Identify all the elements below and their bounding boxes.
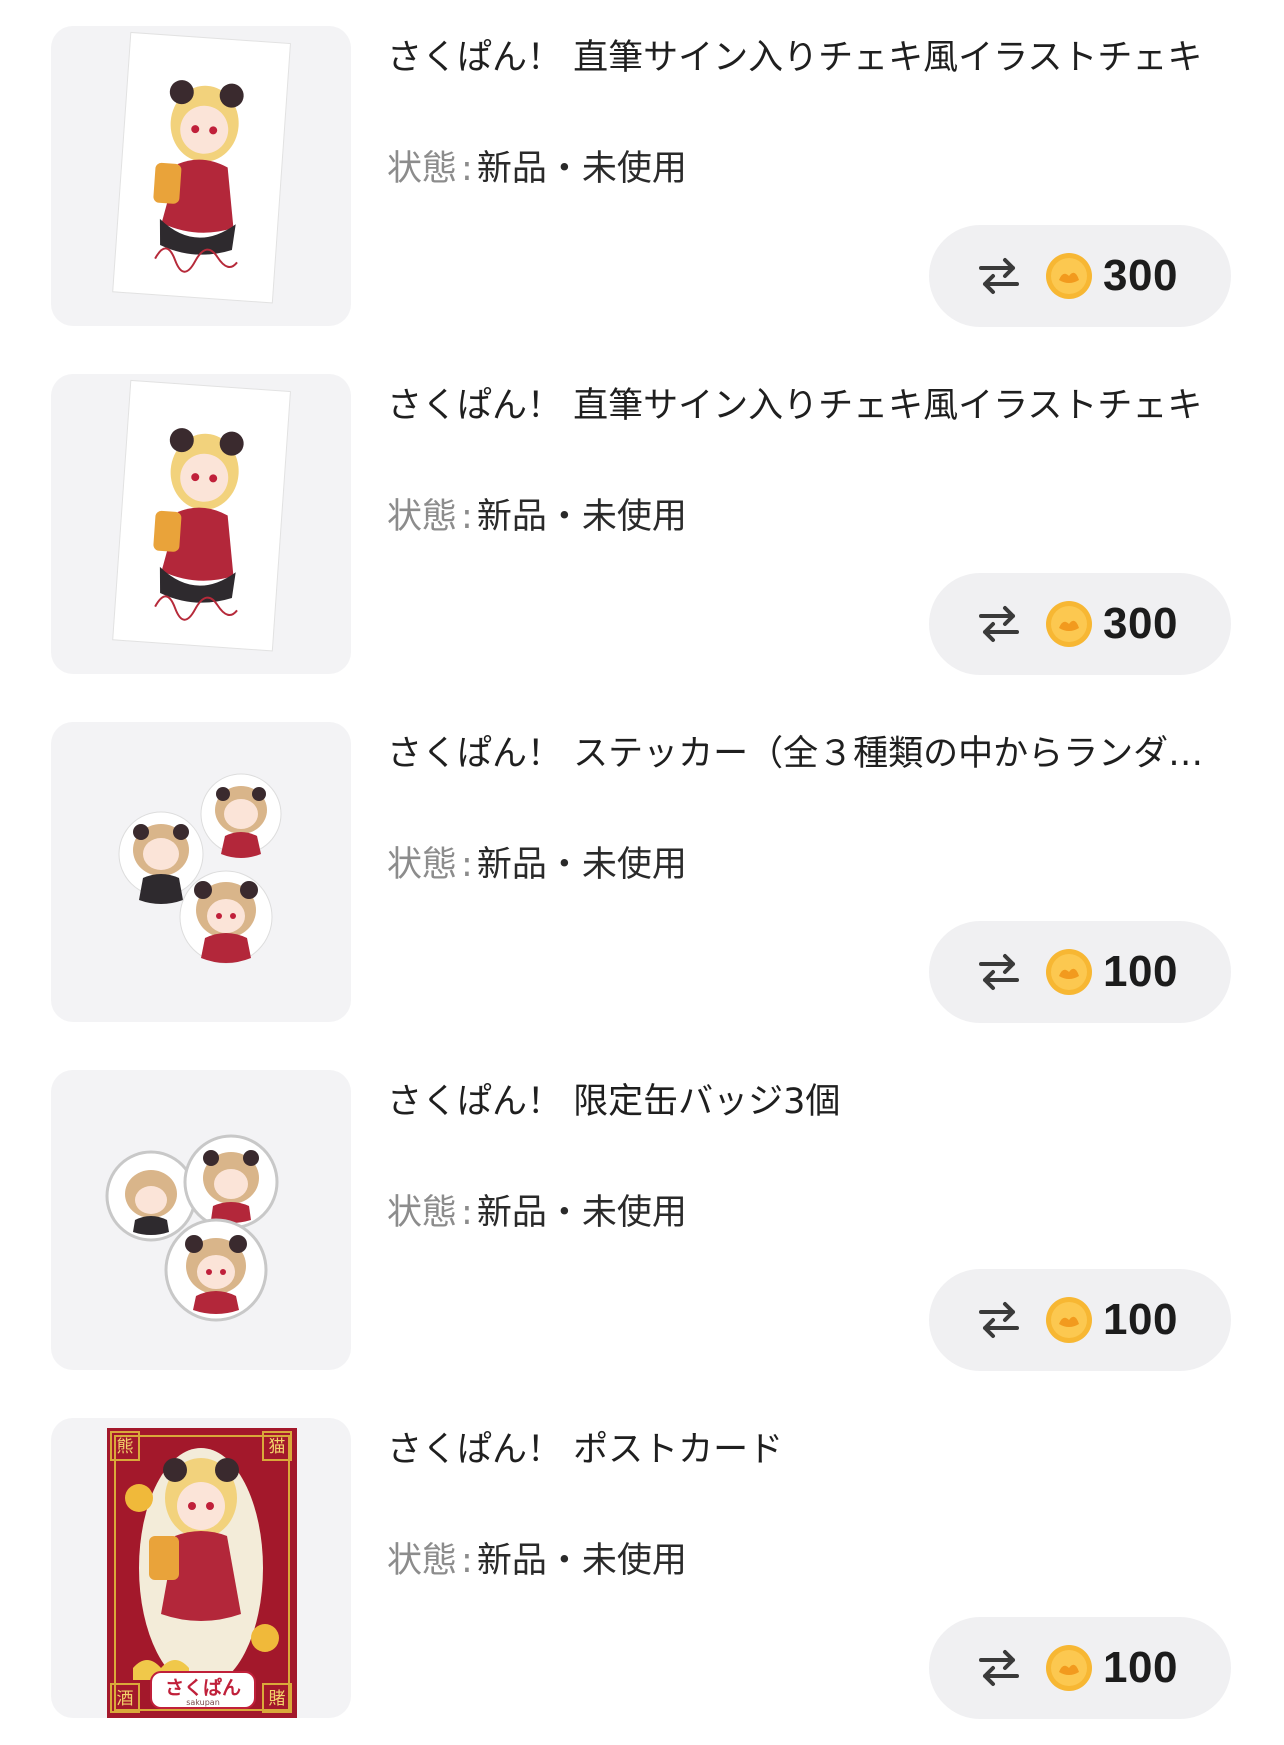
exchange-price-button[interactable]: 300 (929, 573, 1231, 675)
condition-value: 新品・未使用 (476, 1193, 687, 1233)
list-item[interactable]: さくぱん！ ステッカー（全３種類の中からランダム… 状態: 新品・未使用 100 (0, 696, 1284, 1023)
exchange-price-button[interactable]: 300 (929, 225, 1231, 327)
item-title[interactable]: さくぱん！ ステッカー（全３種類の中からランダム… (387, 730, 1232, 778)
item-title[interactable]: さくぱん！ 直筆サイン入りチェキ風イラストチェキ (387, 382, 1232, 430)
exchange-price-button[interactable]: 100 (929, 1617, 1231, 1719)
list-item[interactable]: さくぱん！ 直筆サイン入りチェキ風イラストチェキ 状態: 新品・未使用 300 (0, 0, 1284, 327)
condition-label: 状態 (387, 497, 458, 537)
product-thumbnail[interactable] (51, 722, 351, 1022)
list-item[interactable]: 熊 猫 酒 賭 さくぱん sakupan さくぱん！ ポストカード 状態: 新品・… (0, 1392, 1284, 1719)
coin-icon (1046, 949, 1092, 995)
swap-arrows-icon (979, 1650, 1019, 1686)
product-thumbnail[interactable] (51, 1070, 351, 1370)
price-value: 100 (1103, 1643, 1178, 1692)
list-item[interactable]: さくぱん！ 限定缶バッジ3個 状態: 新品・未使用 100 (0, 1044, 1284, 1371)
item-title[interactable]: さくぱん！ 直筆サイン入りチェキ風イラストチェキ (387, 34, 1232, 82)
product-thumbnail[interactable]: 熊 猫 酒 賭 さくぱん sakupan (51, 1418, 351, 1718)
cheki-photo-icon (112, 379, 291, 652)
cheki-photo-icon (112, 31, 291, 304)
condition-separator: : (461, 1541, 473, 1581)
price-value: 300 (1103, 251, 1178, 300)
coin-icon (1046, 601, 1092, 647)
condition-separator: : (461, 149, 473, 189)
product-thumbnail[interactable] (51, 26, 351, 326)
postcard-logo-sub: sakupan (186, 1698, 220, 1707)
condition-label: 状態 (387, 1193, 458, 1233)
postcard-icon: 熊 猫 酒 賭 さくぱん sakupan (107, 1428, 297, 1718)
price-value: 100 (1103, 947, 1178, 996)
postcard-corner-text: 酒 (117, 1689, 134, 1709)
condition-value: 新品・未使用 (476, 149, 687, 189)
item-condition: 状態: 新品・未使用 (387, 145, 687, 193)
item-title[interactable]: さくぱん！ ポストカード (387, 1426, 1232, 1474)
item-condition: 状態: 新品・未使用 (387, 1537, 687, 1585)
condition-value: 新品・未使用 (476, 845, 687, 885)
price-value: 100 (1103, 1295, 1178, 1344)
sticker-set-icon (118, 773, 282, 964)
postcard-corner-text: 熊 (117, 1437, 134, 1457)
coin-icon (1046, 1297, 1092, 1343)
coin-icon (1046, 253, 1092, 299)
swap-arrows-icon (979, 606, 1019, 642)
item-condition: 状態: 新品・未使用 (387, 841, 687, 889)
postcard-corner-text: 猫 (269, 1437, 286, 1457)
condition-label: 状態 (387, 1541, 458, 1581)
product-thumbnail[interactable] (51, 374, 351, 674)
swap-arrows-icon (979, 1302, 1019, 1338)
postcard-logo: さくぱん (165, 1676, 241, 1699)
condition-separator: : (461, 1193, 473, 1233)
item-title[interactable]: さくぱん！ 限定缶バッジ3個 (387, 1078, 1232, 1126)
price-value: 300 (1103, 599, 1178, 648)
exchange-price-button[interactable]: 100 (929, 1269, 1231, 1371)
condition-label: 状態 (387, 845, 458, 885)
condition-separator: : (461, 845, 473, 885)
postcard-corner-text: 賭 (269, 1689, 286, 1709)
swap-arrows-icon (979, 258, 1019, 294)
item-condition: 状態: 新品・未使用 (387, 493, 687, 541)
condition-value: 新品・未使用 (476, 497, 687, 537)
exchange-price-button[interactable]: 100 (929, 921, 1231, 1023)
condition-label: 状態 (387, 149, 458, 189)
condition-separator: : (461, 497, 473, 537)
swap-arrows-icon (979, 954, 1019, 990)
condition-value: 新品・未使用 (476, 1541, 687, 1581)
coin-icon (1046, 1645, 1092, 1691)
item-condition: 状態: 新品・未使用 (387, 1189, 687, 1237)
can-badge-icon (105, 1134, 279, 1322)
list-item[interactable]: さくぱん！ 直筆サイン入りチェキ風イラストチェキ 状態: 新品・未使用 300 (0, 348, 1284, 675)
